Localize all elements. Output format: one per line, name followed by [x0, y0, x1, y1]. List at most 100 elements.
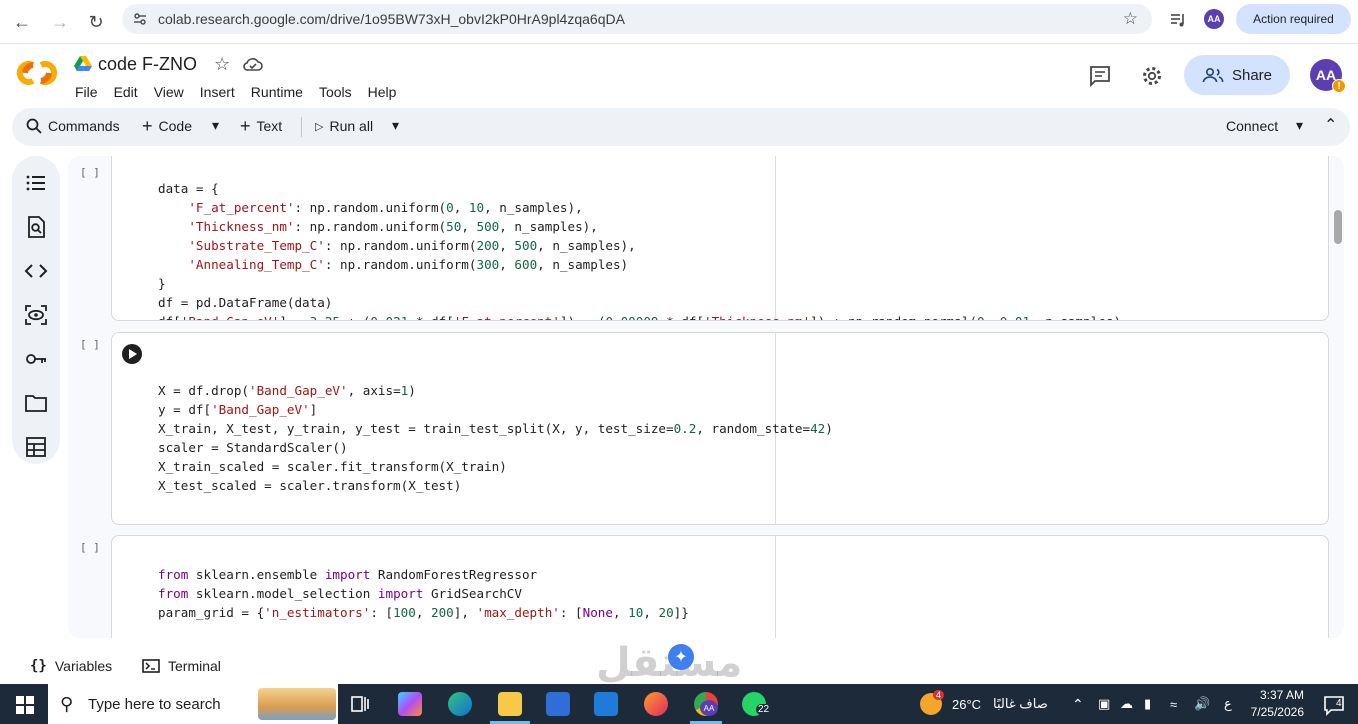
code-cell[interactable]: from sklearn.ensemble import RandomFores… [111, 535, 1329, 638]
menu-insert[interactable]: Insert [200, 84, 235, 100]
microsoft-store-icon[interactable] [546, 692, 570, 716]
variables-inspector-icon[interactable] [24, 303, 48, 327]
toolbar-divider [301, 117, 302, 137]
code-line: scaler = StandardScaler() [158, 440, 348, 455]
search-placeholder: Type here to search [88, 696, 221, 713]
plus-icon: + [240, 116, 251, 136]
run-all-button[interactable]: ▷ Run all [315, 118, 373, 134]
taskbar-search-box[interactable]: ⚲ Type here to search [48, 684, 338, 724]
windows-start-icon[interactable] [16, 696, 34, 714]
address-bar[interactable]: colab.research.google.com/drive/1o95BW73… [122, 4, 1152, 34]
task-view-icon[interactable] [348, 692, 372, 716]
add-text-button[interactable]: + Text [240, 116, 283, 136]
code-snippets-icon[interactable] [24, 259, 48, 283]
search-icon [26, 118, 42, 134]
browser-profile-avatar[interactable]: AA [1204, 9, 1224, 29]
menu-file[interactable]: File [75, 84, 98, 100]
notifications-icon[interactable] [1322, 694, 1346, 716]
copilot-icon[interactable] [398, 692, 422, 716]
action-required-button[interactable]: Action required [1236, 4, 1351, 34]
star-notebook-icon[interactable]: ☆ [214, 54, 230, 75]
show-hidden-icons-chevron-icon[interactable]: ⌃ [1072, 684, 1084, 724]
cell-execution-count[interactable]: [ ] [80, 338, 100, 351]
clock-date: 7/25/2026 [1250, 705, 1304, 719]
media-control-icon[interactable] [1168, 10, 1188, 30]
files-folder-icon[interactable] [24, 391, 48, 415]
cell-code-editor[interactable]: data = { 'F_at_percent': np.random.unifo… [158, 160, 1121, 320]
notebook-scrollbar-thumb[interactable] [1334, 210, 1342, 244]
code-line: param_grid = {'n_estimators': [100, 200]… [158, 605, 689, 620]
text-label: Text [256, 118, 283, 134]
whatsapp-badge: 22 [756, 704, 772, 715]
volume-icon[interactable]: 🔊 [1194, 684, 1210, 724]
terminal-button[interactable]: Terminal [142, 658, 221, 674]
meet-now-icon[interactable]: ▣ [1098, 684, 1110, 724]
reload-icon[interactable]: ↻ [82, 8, 110, 36]
settings-gear-icon[interactable] [1140, 64, 1164, 88]
notebook-title[interactable]: code F-ZNO [98, 54, 197, 75]
browser-toolbar: ← → ↻ colab.research.google.com/drive/1o… [0, 0, 1358, 44]
code-line: 'F_at_percent': np.random.uniform(0, 10,… [188, 200, 583, 215]
cell-execution-count[interactable]: [ ] [80, 541, 100, 554]
code-line: from sklearn.ensemble import RandomFores… [158, 567, 538, 582]
wifi-icon[interactable]: ≈ [1170, 684, 1177, 724]
menu-runtime[interactable]: Runtime [251, 84, 303, 100]
run-all-chevron-icon[interactable]: ▾ [392, 117, 399, 134]
run-all-label: Run all [329, 118, 374, 134]
windows-taskbar: ⚲ Type here to search AA 22 26°C صاف غال… [0, 684, 1358, 724]
share-label: Share [1231, 66, 1273, 84]
menu-view[interactable]: View [154, 84, 184, 100]
code-line: df = pd.DataFrame(data) [158, 295, 333, 310]
menu-edit[interactable]: Edit [114, 84, 138, 100]
code-line: df['Band_Gap_eV'] = 3.25 + (0.021 * df['… [158, 312, 1121, 320]
account-warning-badge: ! [1332, 79, 1346, 93]
account-avatar[interactable]: AA ! [1310, 59, 1346, 93]
code-line: y = df['Band_Gap_eV'] [158, 402, 318, 417]
code-line: data = { [158, 181, 219, 196]
add-code-button[interactable]: + Code [142, 116, 192, 136]
table-of-contents-icon[interactable] [24, 171, 48, 195]
run-cell-play-icon[interactable] [122, 344, 142, 364]
edge-browser-icon[interactable] [448, 692, 472, 716]
share-button[interactable]: Share [1184, 55, 1290, 95]
code-dropdown-chevron-icon[interactable]: ▾ [212, 117, 219, 134]
secrets-key-icon[interactable] [24, 347, 48, 371]
menu-bar: File Edit View Insert Runtime Tools Help [75, 84, 412, 100]
code-label: Code [158, 118, 192, 134]
network-cloud-icon[interactable]: ☁ [1120, 684, 1133, 724]
people-icon [1202, 67, 1224, 83]
comments-icon[interactable] [1088, 64, 1112, 88]
site-info-icon[interactable] [132, 11, 148, 27]
back-icon[interactable]: ← [8, 8, 36, 36]
code-cell[interactable]: data = { 'F_at_percent': np.random.unifo… [111, 156, 1329, 321]
connect-button[interactable]: Connect [1226, 118, 1278, 134]
menu-help[interactable]: Help [368, 84, 397, 100]
drive-icon[interactable] [74, 56, 92, 72]
cell-code-editor[interactable]: from sklearn.ensemble import RandomFores… [158, 546, 689, 638]
cell-code-editor[interactable]: X = df.drop('Band_Gap_eV', axis=1) y = df… [158, 362, 833, 524]
connect-chevron-icon[interactable]: ▾ [1296, 117, 1303, 134]
bookmark-star-icon[interactable]: ☆ [1123, 9, 1138, 29]
data-table-icon[interactable] [24, 435, 48, 459]
find-replace-icon[interactable] [24, 215, 48, 239]
forward-icon[interactable]: → [46, 8, 74, 36]
code-cell[interactable]: X = df.drop('Band_Gap_eV', axis=1) y = df… [111, 332, 1329, 525]
collapse-header-icon[interactable]: ⌃ [1324, 115, 1337, 135]
battery-icon[interactable]: ▮ [1144, 684, 1151, 724]
system-clock[interactable]: 3:37 AM 7/25/2026 [1222, 687, 1304, 721]
code-line: } [158, 276, 166, 291]
variables-button[interactable]: {} Variables [30, 658, 112, 674]
cell-execution-count[interactable]: [ ] [80, 166, 100, 179]
cloud-saved-icon[interactable] [243, 56, 263, 72]
commands-button[interactable]: Commands [26, 118, 120, 134]
connect-label: Connect [1226, 118, 1279, 134]
url-text[interactable]: colab.research.google.com/drive/1o95BW73… [158, 11, 625, 27]
mail-icon[interactable] [594, 692, 618, 716]
plus-icon: + [142, 116, 153, 136]
menu-tools[interactable]: Tools [319, 84, 352, 100]
bottom-status-bar: {} Variables Terminal [0, 648, 1358, 684]
file-explorer-icon[interactable] [498, 692, 522, 716]
colab-logo-icon[interactable] [16, 58, 58, 88]
search-icon: ⚲ [60, 694, 74, 714]
firefox-icon[interactable] [644, 692, 668, 716]
